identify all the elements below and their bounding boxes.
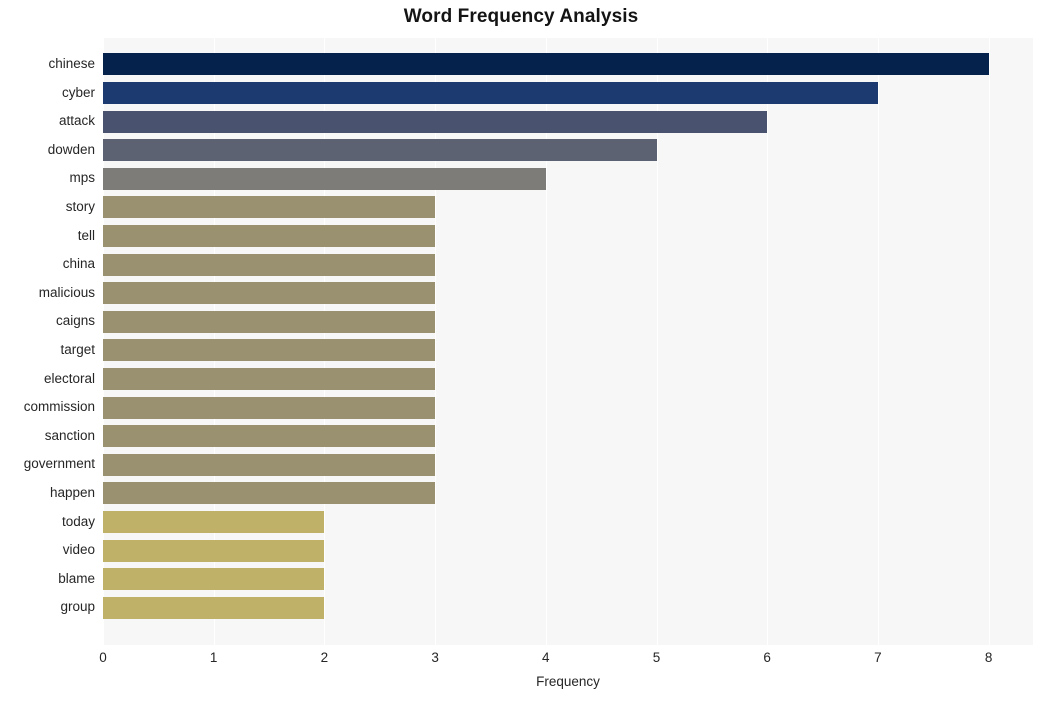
bar-row [103,250,1033,279]
bar-row [103,450,1033,479]
bar-row [103,593,1033,622]
bar-row [103,222,1033,251]
x-tick-label-7: 7 [874,650,882,665]
y-tick-label-dowden: dowden [47,141,95,157]
y-tick-label-tell: tell [77,227,95,243]
bar-row [103,393,1033,422]
bar-malicious[interactable] [103,282,436,305]
bar-story[interactable] [103,196,436,219]
y-tick-label-sanction: sanction [44,427,95,443]
bar-row [103,193,1033,222]
chart-title: Word Frequency Analysis [403,6,639,27]
bar-row [103,365,1033,394]
y-tick-label-video: video [62,542,95,558]
bar-chinese[interactable] [103,53,989,76]
x-axis-title: Frequency [536,674,600,689]
y-tick-label-government: government [23,456,95,472]
x-tick-label-8: 8 [984,650,993,665]
y-tick-label-target: target [60,342,95,357]
bar-caigns[interactable] [103,310,436,333]
x-tick-label-1: 1 [209,650,218,665]
x-tick-label-0: 0 [99,650,107,665]
bar-today[interactable] [103,510,325,533]
bar-row [103,536,1033,565]
y-tick-label-mps: mps [69,170,95,186]
bar-row [103,422,1033,451]
y-tick-label-happen: happen [49,485,95,500]
y-tick-label-blame: blame [58,570,95,586]
bar-commission[interactable] [103,396,436,419]
y-tick-label-commission: commission [23,399,95,415]
bar-video[interactable] [103,539,325,562]
bar-row [103,279,1033,308]
bar-dowden[interactable] [103,139,657,162]
bar-row [103,307,1033,336]
bar-government[interactable] [103,453,436,476]
bar-group[interactable] [103,596,325,619]
y-tick-label-attack: attack [58,113,95,129]
bar-mps[interactable] [103,167,546,190]
x-tick-label-6: 6 [763,650,771,665]
bar-row [103,50,1033,79]
bar-happen[interactable] [103,482,436,505]
bar-row [103,508,1033,537]
bar-sanction[interactable] [103,425,436,448]
bar-cyber[interactable] [103,81,878,104]
x-axis-tick-labels: 0 1 2 3 4 5 6 7 8 [0,650,1042,670]
bar-tell[interactable] [103,224,436,247]
bar-row [103,79,1033,108]
bar-row [103,136,1033,165]
y-axis-labels: chinese cyber attack dowden mps story tell chin… [0,38,95,645]
y-tick-label-today: today [61,513,95,529]
bar-electoral[interactable] [103,367,436,390]
y-tick-label-caigns: caigns [55,313,95,329]
bar-row [103,565,1033,594]
word-frequency-chart: Word Frequency Analysis chinese cyber atta… [0,0,1042,701]
y-tick-label-story: story [65,199,95,214]
bar-row [103,164,1033,193]
x-tick-label-4: 4 [542,650,550,665]
plot-area [103,38,1033,645]
bar-row [103,107,1033,136]
x-tick-label-3: 3 [431,650,439,665]
y-tick-label-group: group [60,599,95,615]
y-tick-label-china: china [62,256,95,272]
y-tick-label-cyber: cyber [61,84,95,100]
bar-china[interactable] [103,253,436,276]
y-tick-label-electoral: electoral [43,370,95,386]
bar-blame[interactable] [103,568,325,591]
bar-target[interactable] [103,339,436,362]
x-tick-label-5: 5 [652,650,661,665]
x-tick-label-2: 2 [320,650,329,665]
bar-row [103,336,1033,365]
y-tick-label-chinese: chinese [48,56,95,71]
bar-row [103,479,1033,508]
y-tick-label-malicious: malicious [38,284,95,300]
bar-attack[interactable] [103,110,768,133]
